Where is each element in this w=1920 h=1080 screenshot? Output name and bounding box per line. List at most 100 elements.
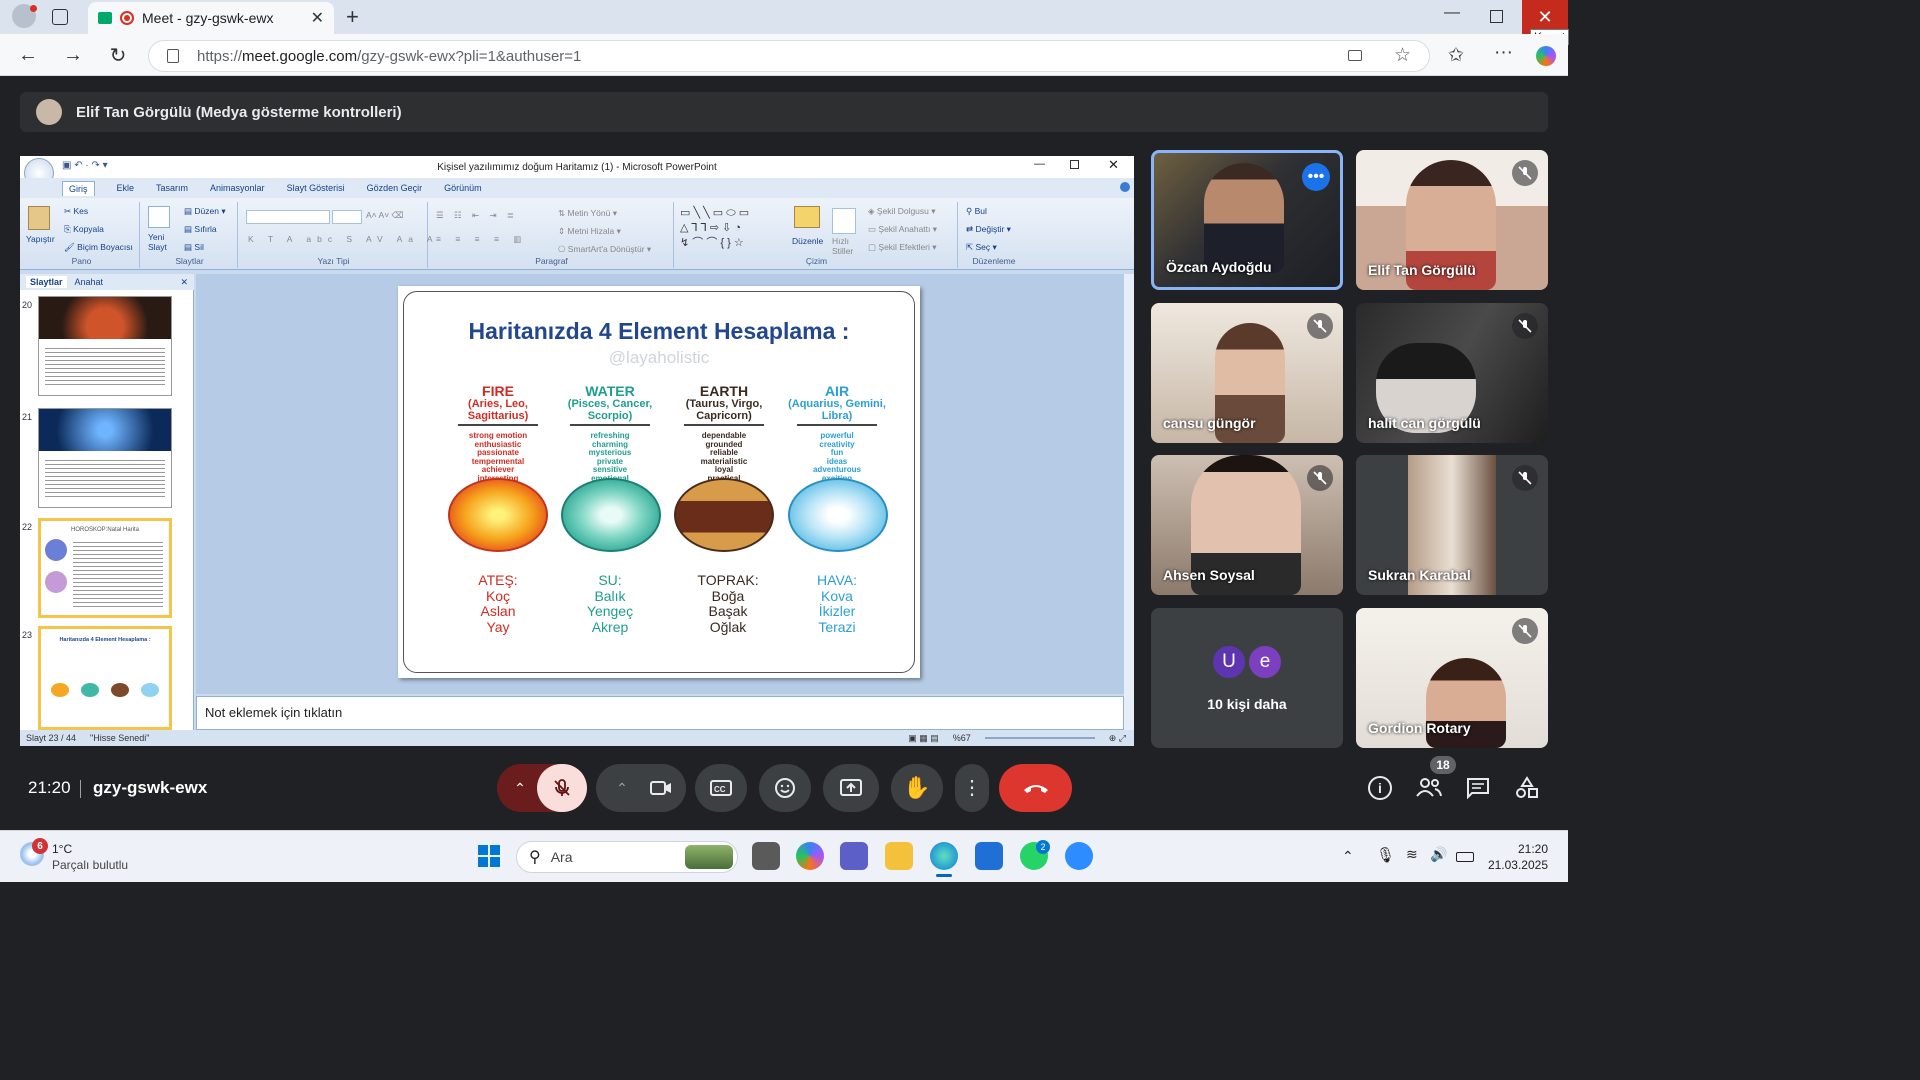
back-icon[interactable]: ← [14,41,42,69]
reload-icon[interactable]: ↻ [104,41,132,69]
paste-button[interactable]: Yapıştır [26,234,55,244]
participant-tile[interactable]: Sukran Karabal [1356,455,1548,595]
maximize-icon[interactable] [1490,10,1503,23]
address-bar[interactable]: https://meet.google.com/gzy-gswk-ewx?pli… [148,40,1430,72]
start-button[interactable] [478,845,500,867]
align-icons[interactable]: ≡ ≡ ≡ ≡ ▥ [436,234,527,245]
pane-close-icon[interactable]: ✕ [180,277,188,288]
captions-button[interactable]: CC [695,764,747,812]
slide-thumb-21[interactable] [38,408,172,508]
smartart-button[interactable]: ⎔ SmartArt'a Dönüştür ▾ [558,244,651,255]
text-direction-button[interactable]: ⇅ Metin Yönü ▾ [558,208,617,219]
activities-button[interactable] [1514,776,1540,800]
more-participants-tile[interactable]: U e 10 kişi daha [1151,608,1343,748]
zoom-icon[interactable] [1065,842,1093,870]
new-slide-button[interactable]: Yeni Slayt [148,232,178,252]
participant-tile[interactable]: Ahsen Soysal [1151,455,1343,595]
mic-toggle-button[interactable] [537,764,587,812]
shape-effects-button[interactable]: ▢ Şekil Efektleri ▾ [868,242,937,253]
tab-close-icon[interactable]: ✕ [311,8,324,28]
task-view-icon[interactable] [752,842,780,870]
show-hidden-icons[interactable]: ⌃ [1342,848,1354,865]
ppt-close-icon[interactable]: ✕ [1108,157,1119,173]
ppt-minimize-icon[interactable]: — [1034,158,1045,170]
current-slide[interactable]: Haritanızda 4 Element Hesaplama : @layah… [398,286,920,678]
favorite-star-icon[interactable]: ☆ [1394,44,1411,67]
minimize-icon[interactable]: — [1444,4,1460,22]
reactions-button[interactable] [759,764,811,812]
browser-tab-meet[interactable]: Meet - gzy-gswk-ewx ✕ [88,2,334,34]
taskbar-search[interactable]: ⚲ Ara [516,841,738,873]
teams-icon[interactable] [840,842,868,870]
slide-thumb-23[interactable]: Haritanızda 4 Element Hesaplama : [38,626,172,730]
copilot-icon[interactable] [1536,46,1556,66]
replace-button[interactable]: ⇄ Değiştir ▾ [966,224,1011,235]
more-menu-icon[interactable]: ··· [1494,42,1513,64]
view-buttons[interactable]: ▣ ▦ ▤ [908,733,939,744]
favorites-icon[interactable]: ✩ [1448,44,1464,67]
zoom-slider[interactable] [984,737,1095,739]
tab-slaytlar[interactable]: Slaytlar [26,276,67,288]
ribbon-tab-tasarim[interactable]: Tasarım [156,183,188,193]
font-name-box[interactable] [246,210,330,224]
quick-access-icons[interactable]: ▣ ↶ · ↷ ▾ [62,160,108,171]
shape-fill-button[interactable]: ◈ Şekil Dolgusu ▾ [868,206,936,217]
participant-tile[interactable]: cansu güngör [1151,303,1343,443]
shapes-gallery[interactable]: ▭ ╲ ╲ ▭ ⬭ ▭ △ ⅂ ⅂ ⇨ ⇩ ◔ ↯ ⌒ ⌒ { } ☆ [680,206,784,252]
chat-button[interactable] [1466,777,1490,800]
new-tab-icon[interactable]: + [346,4,359,30]
participant-tile[interactable]: Elif Tan Görgülü [1356,150,1548,290]
present-screen-button[interactable] [823,764,879,812]
ppt-restore-icon[interactable] [1070,160,1079,169]
ribbon-tab-slayt-gosterisi[interactable]: Slayt Gösterisi [287,183,345,193]
find-button[interactable]: ⚲ Bul [966,206,987,217]
site-info-icon[interactable] [167,49,179,63]
participant-tile[interactable]: ••• Özcan Aydoğdu [1151,150,1343,290]
cut-button[interactable]: ✂ Kes [64,206,88,217]
quick-styles-button[interactable]: Hızlı Stiller [832,236,862,256]
file-explorer-icon[interactable] [885,842,913,870]
slide-thumb-20[interactable] [38,296,172,396]
format-painter-button[interactable]: 🖌 Biçim Boyacısı [64,242,133,253]
arrange-button[interactable]: Düzenle [792,236,823,246]
volume-icon[interactable]: 🔊 [1430,846,1447,863]
edge-icon[interactable] [930,842,958,870]
fit-window-icon[interactable]: ⊕ ⤢ [1109,733,1126,744]
ribbon-tab-gozden-gecir[interactable]: Gözden Geçir [367,183,423,193]
layout-button[interactable]: ▤ Düzen ▾ [184,206,226,217]
notes-pane[interactable]: Not eklemek için tıklatın [196,696,1124,730]
tab-actions-icon[interactable] [52,9,68,25]
store-icon[interactable] [975,842,1003,870]
battery-icon[interactable] [1456,852,1474,862]
participant-tile[interactable]: Gordion Rotary [1356,608,1548,748]
meeting-info-icon[interactable]: i [1368,776,1392,800]
shape-outline-button[interactable]: ▭ Şekil Anahattı ▾ [868,224,937,235]
camera-in-use-icon[interactable] [1348,50,1362,61]
list-icons[interactable]: ☰ ☷ ⇤ ⇥ ≣ [436,210,518,221]
tab-anahat[interactable]: Anahat [75,277,104,287]
people-button[interactable] [1415,776,1445,800]
ribbon-tab-gorunum[interactable]: Görünüm [444,183,482,193]
ribbon-tab-animasyonlar[interactable]: Animasyonlar [210,183,265,193]
taskbar-time[interactable]: 21:20 [1480,842,1548,856]
wifi-icon[interactable]: ≋ [1406,846,1418,863]
delete-slide-button[interactable]: ▤ Sil [184,242,204,253]
copy-button[interactable]: ⎘ Kopyala [64,224,104,235]
more-options-button[interactable]: ⋮ [955,764,989,812]
align-text-button[interactable]: ⇕ Metni Hizala ▾ [558,226,621,237]
leave-call-button[interactable] [999,764,1072,812]
camera-toggle-button[interactable] [636,764,686,812]
select-button[interactable]: ⇱ Seç ▾ [966,242,997,253]
slide-thumb-22[interactable]: HOROSKOP:Natal Harita [38,518,172,618]
vertical-scrollbar[interactable] [1124,274,1134,730]
taskbar-date[interactable]: 21.03.2025 [1480,858,1548,872]
ribbon-tab-ekle[interactable]: Ekle [117,183,135,193]
forward-icon[interactable]: → [59,41,87,69]
reset-button[interactable]: ▤ Sıfırla [184,224,217,235]
microphone-tray-icon[interactable]: 🎙 [1376,846,1395,864]
font-size-box[interactable] [332,210,362,224]
raise-hand-button[interactable]: ✋ [891,764,943,812]
font-grow-icons[interactable]: A˄ A˅ ⌫ [366,210,404,221]
participant-tile[interactable]: halit can görgülü [1356,303,1548,443]
ribbon-tab-giris[interactable]: Giriş [62,180,95,196]
